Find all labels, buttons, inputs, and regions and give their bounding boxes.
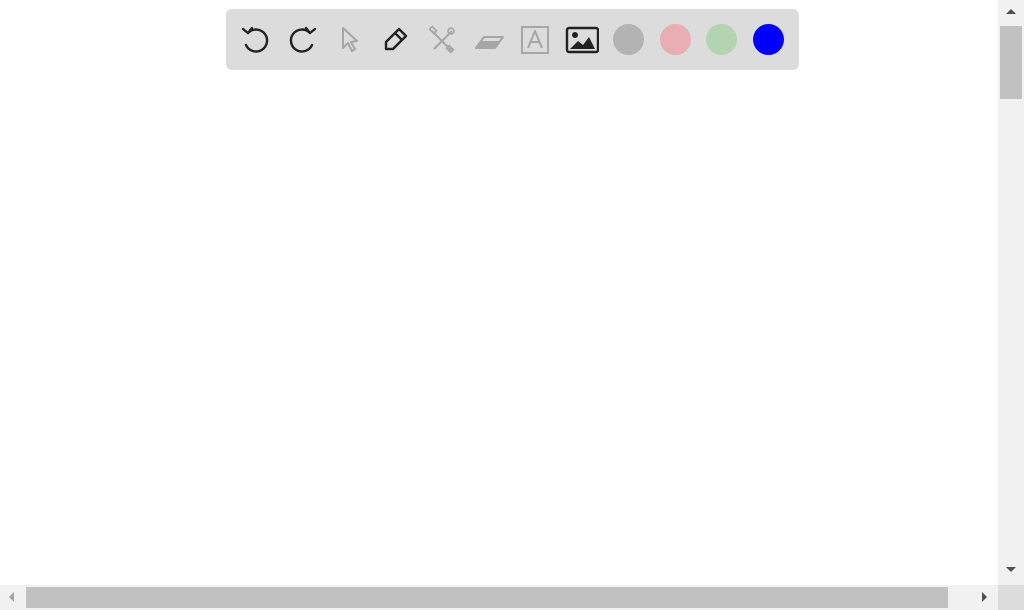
pen-tool-button[interactable] — [377, 22, 413, 58]
scrollbar-corner — [998, 585, 1024, 610]
vertical-scrollbar[interactable] — [998, 0, 1024, 585]
undo-icon — [241, 26, 269, 53]
select-tool-button[interactable] — [331, 22, 367, 58]
vertical-scrollbar-thumb[interactable] — [1000, 26, 1022, 99]
image-icon — [565, 26, 599, 54]
cursor-icon — [342, 27, 358, 52]
redo-button[interactable] — [284, 22, 320, 58]
app-viewport — [0, 0, 1024, 610]
color-swatch-gray[interactable] — [613, 24, 644, 55]
color-swatch-blue[interactable] — [753, 24, 784, 55]
eraser-icon — [475, 36, 504, 49]
color-swatch-pink[interactable] — [660, 24, 691, 55]
redo-icon — [289, 26, 317, 53]
text-icon — [521, 26, 549, 54]
image-tool-button[interactable] — [564, 22, 600, 58]
scroll-left-arrow-icon[interactable] — [9, 592, 14, 602]
color-swatch-green[interactable] — [706, 24, 737, 55]
undo-button[interactable] — [238, 22, 274, 58]
tools-button[interactable] — [424, 22, 460, 58]
drawing-canvas[interactable] — [0, 0, 998, 585]
horizontal-scrollbar[interactable] — [0, 585, 998, 610]
scroll-right-arrow-icon[interactable] — [982, 592, 987, 602]
scroll-up-arrow-icon[interactable] — [1006, 9, 1016, 14]
scroll-down-arrow-icon[interactable] — [1006, 567, 1016, 572]
toolbar — [226, 9, 799, 70]
horizontal-scrollbar-thumb[interactable] — [26, 587, 948, 608]
tools-icon — [428, 25, 455, 54]
eraser-tool-button[interactable] — [471, 22, 507, 58]
text-tool-button[interactable] — [517, 22, 553, 58]
pencil-icon — [384, 27, 408, 51]
